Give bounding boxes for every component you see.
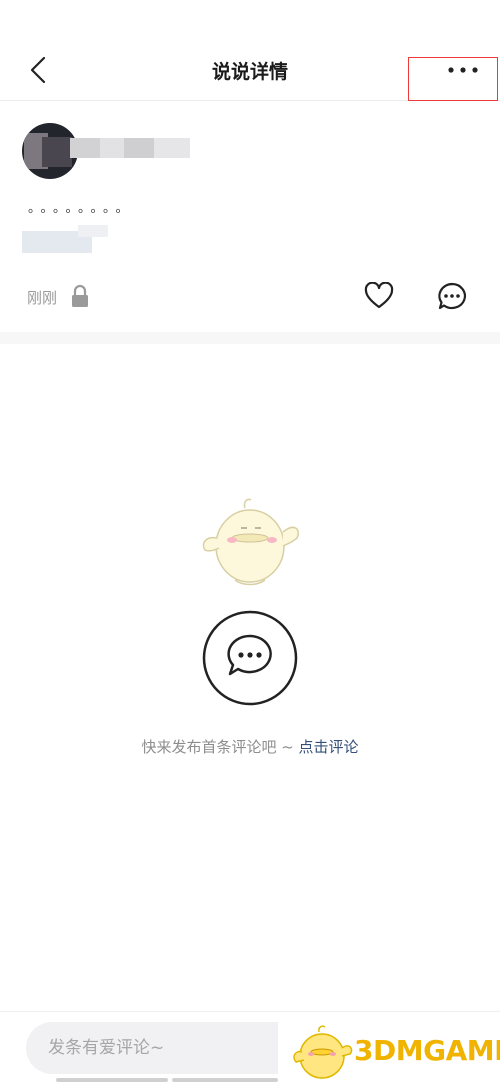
heart-icon[interactable] bbox=[364, 282, 394, 310]
username-blurred bbox=[70, 138, 190, 158]
comment-link[interactable]: 点击评论 bbox=[299, 738, 359, 756]
bottom-indicator bbox=[172, 1078, 278, 1082]
mascot-logo-icon bbox=[293, 1025, 353, 1079]
post-image-blurred bbox=[22, 225, 112, 253]
post-card: 。。。。。。。。 刚刚 bbox=[0, 101, 500, 332]
comment-icon[interactable] bbox=[436, 281, 468, 311]
lock-icon bbox=[72, 284, 88, 307]
mascot-illustration bbox=[202, 498, 299, 586]
empty-comments-message: 快来发布首条评论吧 ~ 点击评论 bbox=[0, 736, 500, 757]
watermark-logo: 3DMGAME bbox=[278, 1018, 500, 1083]
post-content: 。。。。。。。。 bbox=[28, 201, 135, 216]
post-time: 刚刚 bbox=[27, 289, 58, 307]
highlight-box bbox=[408, 57, 498, 101]
empty-message-text: 快来发布首条评论吧 ~ bbox=[141, 738, 299, 756]
watermark-text: 3DMGAME bbox=[354, 1034, 500, 1067]
empty-comments-area: 快来发布首条评论吧 ~ 点击评论 bbox=[0, 344, 500, 1011]
comment-bubble-icon bbox=[202, 610, 298, 706]
bottom-indicator bbox=[56, 1078, 168, 1082]
comment-input[interactable] bbox=[26, 1022, 306, 1074]
